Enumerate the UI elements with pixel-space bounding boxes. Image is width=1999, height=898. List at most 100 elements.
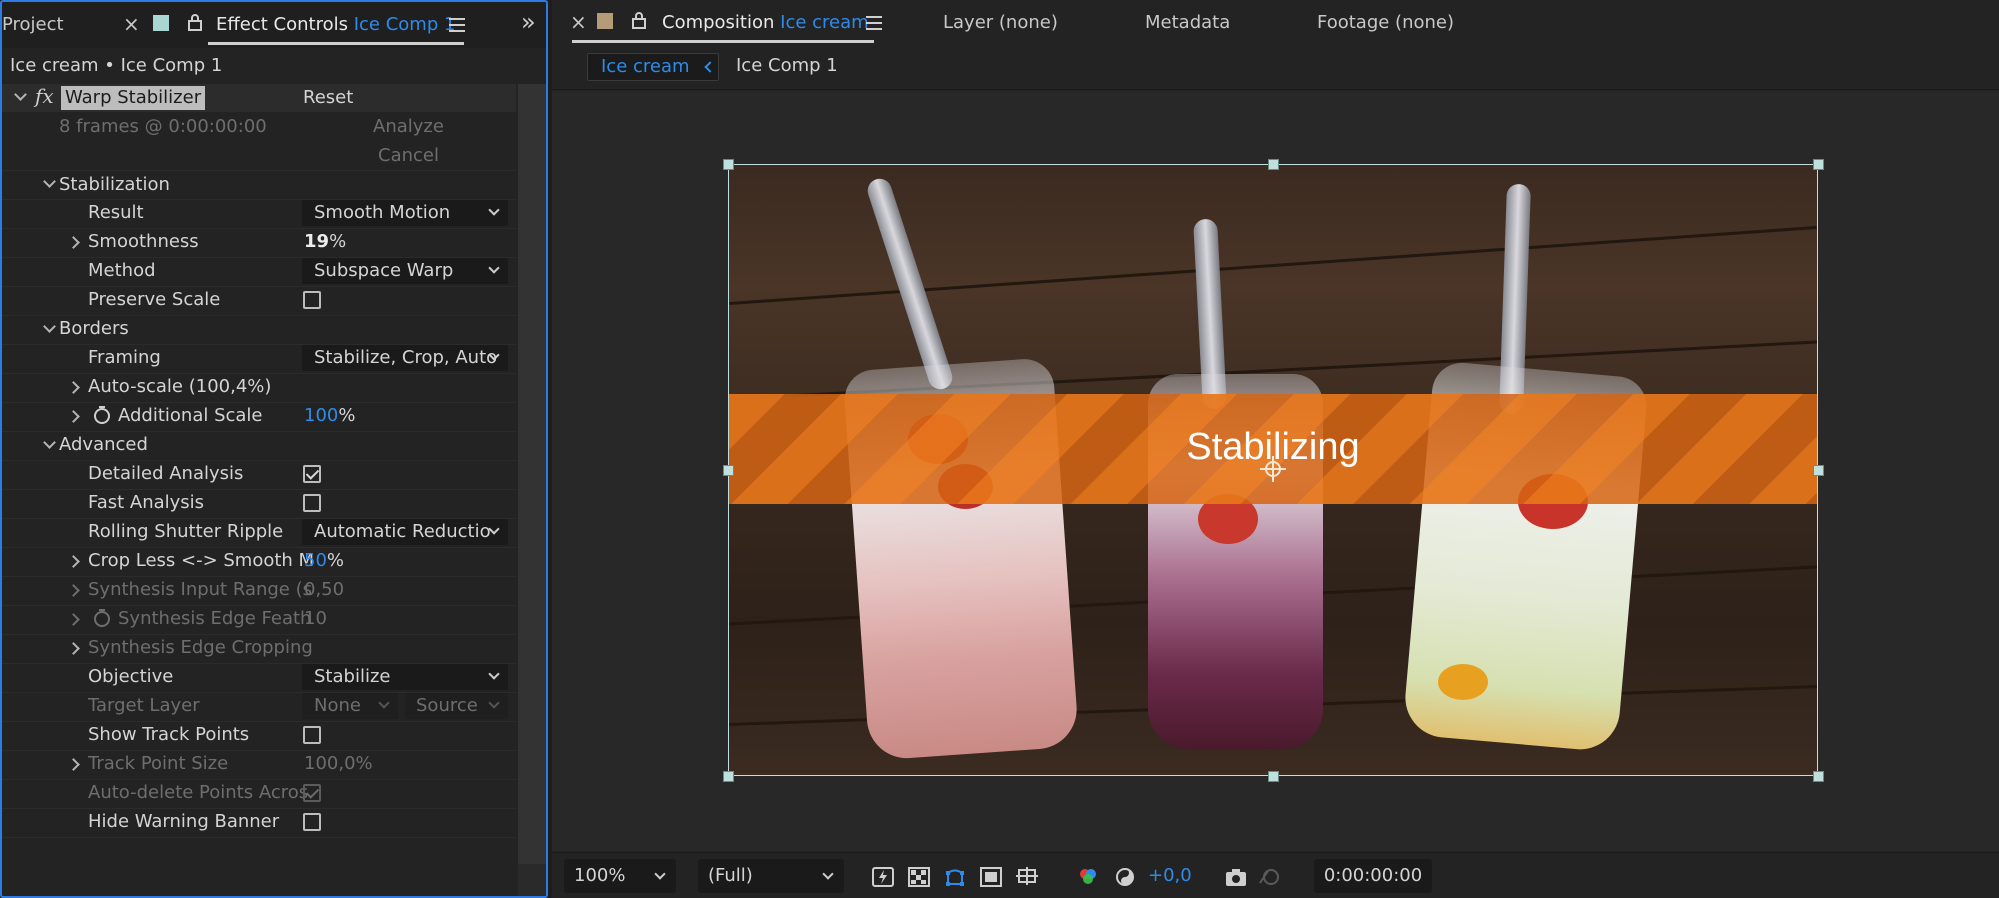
- hide-warning-checkbox[interactable]: [303, 813, 321, 831]
- transform-handle[interactable]: [1813, 771, 1824, 782]
- transform-handle[interactable]: [1813, 465, 1824, 476]
- chevron-down-icon[interactable]: [43, 320, 56, 333]
- close-tab-icon[interactable]: ×: [123, 12, 140, 36]
- rolling-shutter-dropdown[interactable]: Automatic Reductio: [302, 519, 508, 545]
- panel-menu-icon[interactable]: [449, 18, 465, 32]
- zoom-dropdown[interactable]: 100%: [564, 859, 676, 893]
- row-divider: [2, 576, 516, 577]
- objective-value: Stabilize: [314, 666, 391, 687]
- chevron-right-icon[interactable]: [67, 236, 80, 249]
- row-divider: [2, 692, 516, 693]
- tab-composition[interactable]: Composition Ice cream: [662, 12, 869, 33]
- effect-name[interactable]: Warp Stabilizer: [61, 86, 206, 110]
- composition-viewer[interactable]: Stabilizing: [552, 91, 1999, 851]
- group-stabilization[interactable]: Stabilization: [59, 174, 170, 195]
- tab-effect-controls-target: Ice Comp 1: [353, 14, 456, 35]
- rolling-shutter-label: Rolling Shutter Ripple: [88, 521, 284, 542]
- target-layer-dropdown[interactable]: None: [302, 693, 398, 719]
- tab-layer[interactable]: Layer (none): [943, 12, 1058, 33]
- method-label: Method: [88, 260, 156, 281]
- group-advanced[interactable]: Advanced: [59, 434, 148, 455]
- crop-less-value[interactable]: 50%: [304, 550, 344, 571]
- current-time-display[interactable]: 0:00:00:00: [1314, 859, 1432, 893]
- close-tab-icon[interactable]: ×: [570, 10, 587, 34]
- fast-previews-icon[interactable]: [872, 867, 894, 887]
- expand-panels-icon[interactable]: »: [521, 8, 536, 36]
- auto-delete-label: Auto-delete Points Acros: [88, 782, 309, 803]
- stopwatch-icon[interactable]: [92, 405, 112, 425]
- additional-scale-number[interactable]: 100: [304, 405, 338, 426]
- auto-delete-checkbox[interactable]: [303, 784, 321, 802]
- exposure-value[interactable]: +0,0: [1148, 865, 1192, 886]
- fast-analysis-checkbox[interactable]: [303, 494, 321, 512]
- result-dropdown[interactable]: Smooth Motion: [302, 200, 508, 226]
- lock-icon[interactable]: [187, 13, 203, 31]
- color-channels-icon[interactable]: [1077, 867, 1099, 887]
- tab-footage[interactable]: Footage (none): [1317, 12, 1454, 33]
- show-track-points-checkbox[interactable]: [303, 726, 321, 744]
- preserve-scale-checkbox[interactable]: [303, 291, 321, 309]
- row-divider: [2, 402, 516, 403]
- crop-less-number[interactable]: 50: [304, 550, 327, 571]
- transparency-grid-icon[interactable]: [908, 867, 930, 887]
- cancel-button[interactable]: Cancel: [378, 145, 439, 166]
- objective-label: Objective: [88, 666, 174, 687]
- chevron-right-icon[interactable]: [67, 584, 80, 597]
- reset-button[interactable]: Reset: [303, 87, 353, 108]
- fx-icon[interactable]: fx: [35, 84, 54, 108]
- breadcrumb-current[interactable]: Ice cream: [587, 53, 719, 81]
- group-borders[interactable]: Borders: [59, 318, 129, 339]
- scrollbar-thumb[interactable]: [518, 84, 546, 864]
- grid-guides-icon[interactable]: [1016, 867, 1038, 887]
- analyze-button[interactable]: Analyze: [373, 116, 444, 137]
- lock-icon[interactable]: [631, 11, 647, 29]
- smoothness-number[interactable]: 19: [304, 231, 329, 252]
- scrollbar[interactable]: [518, 84, 546, 896]
- chevron-down-icon[interactable]: [43, 436, 56, 449]
- target-source-dropdown[interactable]: Source: [405, 693, 508, 719]
- detailed-analysis-checkbox[interactable]: [303, 465, 321, 483]
- method-dropdown[interactable]: Subspace Warp: [302, 258, 508, 284]
- row-divider: [2, 170, 516, 171]
- breadcrumb-next[interactable]: Ice Comp 1: [736, 55, 838, 76]
- transform-handle[interactable]: [1268, 159, 1279, 170]
- color-management-icon[interactable]: [1114, 867, 1136, 887]
- chevron-right-icon[interactable]: [67, 381, 80, 394]
- framing-dropdown[interactable]: Stabilize, Crop, Auto: [302, 345, 508, 371]
- resolution-dropdown[interactable]: (Full): [698, 859, 844, 893]
- transform-handle[interactable]: [1268, 771, 1279, 782]
- chevron-right-icon[interactable]: [67, 758, 80, 771]
- transform-handle[interactable]: [723, 465, 734, 476]
- color-label-icon: [153, 15, 169, 31]
- show-snapshot-icon[interactable]: [1258, 867, 1280, 887]
- left-tab-bar: Project × Effect Controls Ice Comp 1 »: [2, 2, 546, 48]
- synth-input-range-label: Synthesis Input Range (s: [88, 579, 313, 600]
- region-of-interest-icon[interactable]: [980, 867, 1002, 887]
- transform-handle[interactable]: [723, 771, 734, 782]
- right-tab-bar: × Composition Ice cream Layer (none) Met…: [552, 0, 1999, 46]
- tab-metadata[interactable]: Metadata: [1145, 12, 1230, 33]
- tab-effect-controls[interactable]: Effect Controls Ice Comp 1: [216, 14, 455, 35]
- chevron-right-icon[interactable]: [67, 642, 80, 655]
- chevron-down-icon[interactable]: [43, 175, 56, 188]
- smoothness-value[interactable]: 19%: [304, 231, 346, 252]
- tab-project[interactable]: Project: [2, 14, 64, 35]
- transform-handle[interactable]: [1813, 159, 1824, 170]
- additional-scale-value[interactable]: 100%: [304, 405, 355, 426]
- tab-effect-controls-label: Effect Controls: [216, 14, 348, 35]
- chevron-right-icon[interactable]: [67, 555, 80, 568]
- objective-dropdown[interactable]: Stabilize: [302, 664, 508, 690]
- track-point-size-value: 100,0%: [304, 753, 373, 774]
- chevron-right-icon[interactable]: [67, 613, 80, 626]
- snapshot-icon[interactable]: [1225, 867, 1247, 887]
- chevron-down-icon: [654, 868, 666, 880]
- rolling-shutter-value: Automatic Reductio: [314, 521, 491, 542]
- mask-visibility-icon[interactable]: [944, 867, 966, 887]
- synth-input-range-value: 0,50: [304, 579, 345, 600]
- chevron-down-icon: [378, 697, 390, 709]
- crop-less-unit: %: [326, 550, 345, 571]
- transform-handle[interactable]: [723, 159, 734, 170]
- panel-menu-icon[interactable]: [866, 16, 882, 30]
- chevron-right-icon[interactable]: [67, 410, 80, 423]
- chevron-down-icon: [488, 262, 500, 274]
